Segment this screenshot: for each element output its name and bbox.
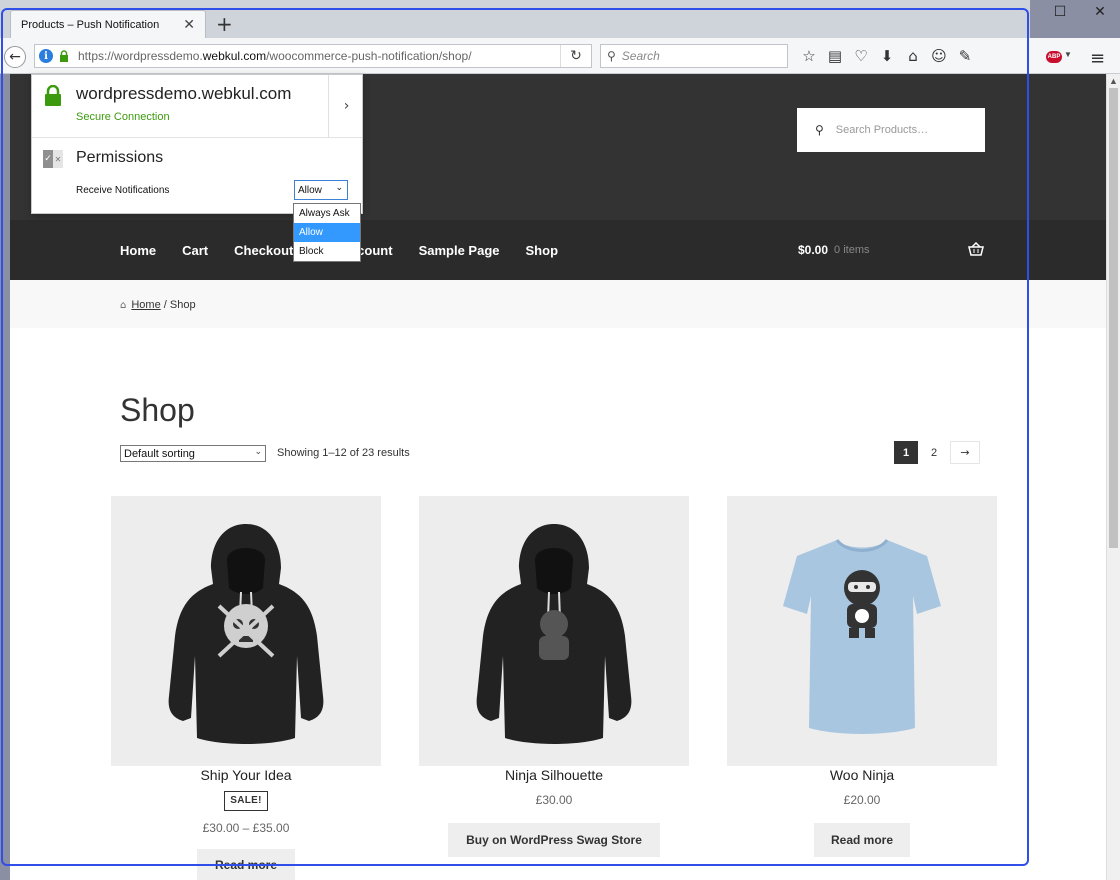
site-identity-popup: wordpressdemo.webkul.com Secure Connecti… bbox=[31, 74, 363, 214]
product-name[interactable]: Ship Your Idea bbox=[111, 767, 381, 783]
reading-list-icon[interactable]: ▤ bbox=[822, 44, 848, 68]
option-block[interactable]: Block bbox=[294, 242, 360, 261]
receive-notifications-label: Receive Notifications bbox=[76, 185, 170, 196]
tshirt-image bbox=[783, 538, 941, 734]
divider bbox=[32, 137, 362, 138]
pocket-icon[interactable]: ♡ bbox=[848, 44, 874, 68]
browser-tab[interactable]: Products – Push Notification ✕ bbox=[10, 10, 206, 38]
secure-connection-label: Secure Connection bbox=[76, 111, 170, 123]
pagination: 1 2 → bbox=[894, 441, 984, 464]
product-name[interactable]: Ninja Silhouette bbox=[419, 767, 689, 783]
breadcrumb: ⌂ Home / Shop bbox=[120, 299, 196, 311]
tab-bar: Products – Push Notification ✕ + bbox=[0, 0, 1030, 38]
page-2[interactable]: 2 bbox=[922, 441, 946, 464]
search-icon: ⚲ bbox=[815, 123, 824, 137]
sorting-select[interactable]: Default sorting ⌄ bbox=[120, 445, 266, 462]
read-more-button[interactable]: Read more bbox=[197, 849, 295, 880]
product-price: £30.00 bbox=[535, 793, 573, 807]
url-bar[interactable]: i https://wordpressdemo.webkul.com/wooco… bbox=[34, 44, 592, 68]
bookmark-star-icon[interactable]: ☆ bbox=[796, 44, 822, 68]
back-button[interactable]: ← bbox=[4, 46, 26, 68]
lock-icon bbox=[45, 85, 61, 106]
page-title: Shop bbox=[120, 392, 195, 428]
new-tab-button[interactable]: + bbox=[216, 12, 233, 36]
hoodie-image bbox=[168, 524, 324, 744]
adblock-icon[interactable]: ABP bbox=[1046, 51, 1062, 63]
next-page-button[interactable]: → bbox=[950, 441, 980, 464]
result-count: Showing 1–12 of 23 results bbox=[277, 447, 410, 459]
download-icon[interactable]: ⬇ bbox=[874, 44, 900, 68]
browser-search-input[interactable]: ⚲ Search bbox=[600, 44, 788, 68]
tab-close-icon[interactable]: ✕ bbox=[183, 17, 195, 33]
basket-icon[interactable] bbox=[968, 242, 984, 256]
home-icon[interactable]: ⌂ bbox=[900, 44, 926, 68]
hamburger-menu-icon[interactable]: ≡ bbox=[1090, 48, 1105, 69]
lock-icon bbox=[60, 50, 68, 62]
vertical-scrollbar[interactable]: ▲ bbox=[1106, 74, 1120, 880]
close-window-button[interactable]: ✕ bbox=[1080, 0, 1120, 24]
permissions-icon: ✓ ✕ bbox=[43, 150, 63, 170]
breadcrumb-home-link[interactable]: Home bbox=[131, 299, 160, 311]
page-1[interactable]: 1 bbox=[894, 441, 918, 464]
scroll-up-icon[interactable]: ▲ bbox=[1109, 76, 1118, 86]
product-price: £20.00 bbox=[843, 793, 881, 807]
product-image-hoodie-skull[interactable] bbox=[111, 496, 381, 766]
breadcrumb-bar: ⌂ Home / Shop bbox=[10, 280, 1106, 328]
product-card: Ninja Silhouette £30.00 Buy on WordPress… bbox=[419, 496, 689, 857]
buy-swag-store-button[interactable]: Buy on WordPress Swag Store bbox=[448, 823, 660, 857]
product-image-hoodie-ninja[interactable] bbox=[419, 496, 689, 766]
product-price: £30.00 – £35.00 bbox=[202, 821, 290, 835]
tab-title: Products – Push Notification bbox=[21, 18, 160, 31]
nav-item-shop[interactable]: Shop bbox=[526, 243, 559, 258]
permissions-title: Permissions bbox=[76, 149, 164, 166]
emoji-icon[interactable]: ☺ bbox=[926, 44, 952, 68]
nav-item-cart[interactable]: Cart bbox=[182, 243, 208, 258]
reload-icon[interactable]: ↻ bbox=[560, 45, 591, 67]
maximize-button[interactable]: ☐ bbox=[1040, 0, 1080, 24]
adblock-dropdown-icon[interactable]: ▼ bbox=[1064, 50, 1072, 59]
cart-total: $0.00 bbox=[798, 243, 829, 257]
product-card: Ship Your Idea SALE! £30.00 – £35.00 Rea… bbox=[111, 496, 381, 880]
nav-item-sample-page[interactable]: Sample Page bbox=[419, 243, 500, 258]
cart-count: 0 items bbox=[834, 244, 870, 256]
url-text: https://wordpressdemo.webkul.com/woocomm… bbox=[78, 49, 472, 63]
chevron-down-icon: ⌄ bbox=[254, 447, 262, 457]
cart-summary[interactable]: $0.00 0 items bbox=[798, 220, 870, 280]
toolbar-icons: ☆ ▤ ♡ ⬇ ⌂ ☺ ✎ bbox=[796, 44, 978, 68]
extension-icon[interactable]: ✎ bbox=[952, 44, 978, 68]
hoodie-image bbox=[476, 524, 632, 744]
site-search-placeholder: Search Products… bbox=[835, 124, 929, 136]
product-image-tshirt[interactable] bbox=[727, 496, 997, 766]
home-icon: ⌂ bbox=[120, 299, 127, 311]
option-allow[interactable]: Allow bbox=[294, 223, 360, 242]
search-icon: ⚲ bbox=[607, 49, 616, 63]
popup-site-name: wordpressdemo.webkul.com bbox=[76, 84, 292, 103]
product-card: Woo Ninja £20.00 Read more bbox=[727, 496, 997, 857]
nav-item-home[interactable]: Home bbox=[120, 243, 156, 258]
option-always-ask[interactable]: Always Ask bbox=[294, 204, 360, 223]
permission-dropdown-list: Always Ask Allow Block bbox=[293, 203, 361, 262]
product-name[interactable]: Woo Ninja bbox=[727, 767, 997, 783]
more-info-button[interactable]: › bbox=[328, 75, 364, 137]
chevron-down-icon: ⌄ bbox=[335, 183, 343, 193]
notification-permission-select[interactable]: Allow ⌄ bbox=[294, 180, 348, 200]
nav-item-checkout[interactable]: Checkout bbox=[234, 243, 293, 258]
back-arrow-icon: ← bbox=[9, 49, 21, 65]
breadcrumb-current: / Shop bbox=[163, 299, 196, 311]
read-more-button[interactable]: Read more bbox=[814, 823, 910, 857]
permission-value: Allow bbox=[298, 184, 322, 196]
browser-toolbar: ← i https://wordpressdemo.webkul.com/woo… bbox=[0, 38, 1120, 74]
site-navigation: Home Cart Checkout My Account Sample Pag… bbox=[10, 220, 1106, 280]
site-search-input[interactable]: ⚲ Search Products… bbox=[797, 108, 985, 152]
chevron-right-icon: › bbox=[343, 98, 350, 114]
site-info-icon[interactable]: i bbox=[39, 49, 53, 63]
sorting-value: Default sorting bbox=[124, 447, 195, 460]
sale-badge: SALE! bbox=[224, 791, 268, 811]
search-placeholder: Search bbox=[621, 49, 660, 63]
scroll-thumb[interactable] bbox=[1109, 88, 1118, 548]
